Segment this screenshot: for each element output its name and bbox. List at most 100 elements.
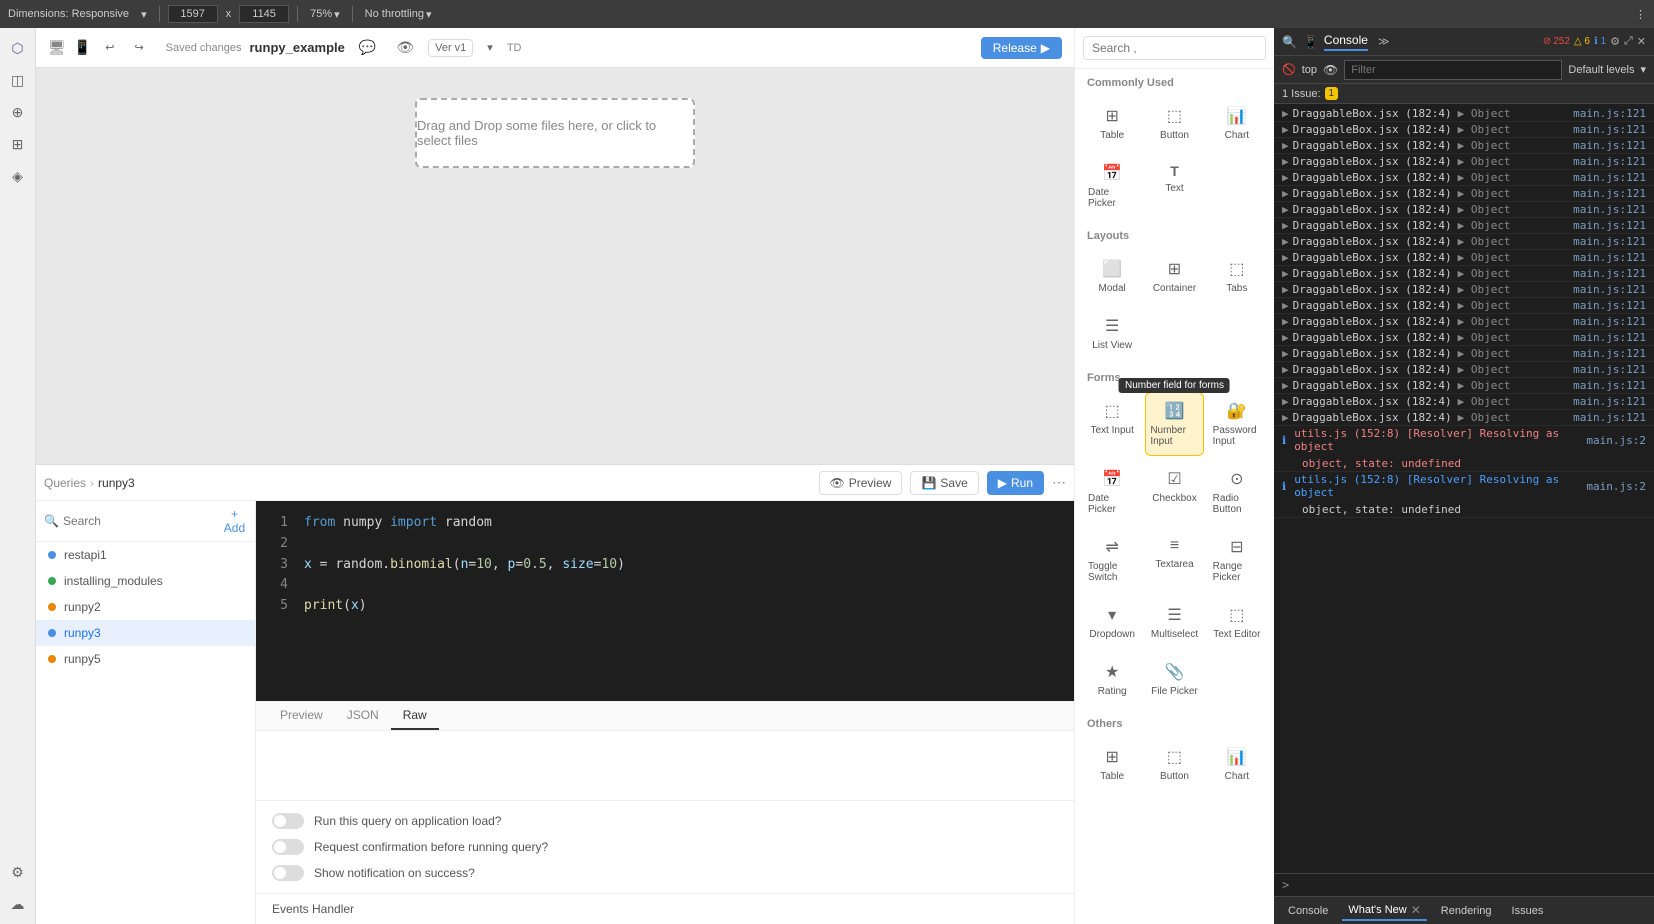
- row-arrow-obj-3[interactable]: ▶ Object: [1458, 155, 1511, 168]
- toggle-run-on-load-switch[interactable]: [272, 813, 304, 829]
- row-arrow-obj-0[interactable]: ▶ Object: [1458, 107, 1511, 120]
- sidebar-add-icon[interactable]: ⊕: [6, 100, 30, 124]
- row-arrow-obj-12[interactable]: ▶ Object: [1458, 299, 1511, 312]
- component-radio-button[interactable]: ⊙ Radio Button: [1208, 460, 1266, 524]
- console-panel-label[interactable]: Console: [1324, 33, 1368, 51]
- console-levels-arrow[interactable]: ▾: [1640, 63, 1646, 76]
- row-file-13[interactable]: main.js:121: [1573, 315, 1646, 328]
- row-arrow-obj-7[interactable]: ▶ Object: [1458, 219, 1511, 232]
- bottom-tab-issues[interactable]: Issues: [1506, 903, 1550, 919]
- zoom-button[interactable]: 75% ▾: [306, 6, 344, 23]
- row-file-10[interactable]: main.js:121: [1573, 267, 1646, 280]
- version-badge[interactable]: Ver v1: [428, 39, 473, 57]
- nav-item-runpy5[interactable]: runpy5: [36, 646, 255, 672]
- info-row-file-1[interactable]: main.js:2: [1586, 480, 1646, 493]
- component-search-input[interactable]: [1083, 36, 1266, 60]
- console-device-icon[interactable]: 📱: [1303, 35, 1318, 49]
- row-arrow-obj-18[interactable]: ▶ Object: [1458, 395, 1511, 408]
- more-button[interactable]: ⋯: [1052, 474, 1066, 491]
- save-button[interactable]: 💾 Save: [910, 471, 978, 495]
- bottom-tab-whats-new[interactable]: What's New ✕: [1342, 901, 1426, 921]
- row-file-14[interactable]: main.js:121: [1573, 331, 1646, 344]
- output-tab-raw[interactable]: Raw: [391, 702, 439, 730]
- eye-icon[interactable]: 👁: [390, 35, 420, 60]
- row-file-16[interactable]: main.js:121: [1573, 363, 1646, 376]
- sidebar-home-icon[interactable]: ⬡: [6, 36, 30, 60]
- row-arrow-obj-6[interactable]: ▶ Object: [1458, 203, 1511, 216]
- chat-icon[interactable]: 💬: [353, 35, 382, 60]
- component-modal[interactable]: ⬜ Modal: [1083, 250, 1141, 303]
- row-file-5[interactable]: main.js:121: [1573, 187, 1646, 200]
- row-file-11[interactable]: main.js:121: [1573, 283, 1646, 296]
- component-list-view[interactable]: ☰ List View: [1083, 307, 1141, 360]
- component-table[interactable]: ⊞ Table: [1083, 97, 1141, 150]
- row-file-1[interactable]: main.js:121: [1573, 123, 1646, 136]
- component-button[interactable]: ⬚ Button: [1145, 97, 1203, 150]
- row-file-3[interactable]: main.js:121: [1573, 155, 1646, 168]
- row-file-4[interactable]: main.js:121: [1573, 171, 1646, 184]
- search-input[interactable]: [63, 514, 218, 528]
- component-tabs[interactable]: ⬚ Tabs: [1208, 250, 1266, 303]
- toggle-notification-switch[interactable]: [272, 865, 304, 881]
- width-input[interactable]: [168, 5, 218, 23]
- component-text[interactable]: T Text: [1145, 154, 1203, 218]
- console-settings-icon[interactable]: ⚙: [1610, 35, 1620, 48]
- height-input[interactable]: [239, 5, 289, 23]
- console-close-icon[interactable]: ✕: [1637, 35, 1646, 48]
- row-file-9[interactable]: main.js:121: [1573, 251, 1646, 264]
- output-tab-json[interactable]: JSON: [335, 702, 391, 730]
- component-textarea[interactable]: ≡ Textarea: [1145, 528, 1203, 592]
- nav-item-runpy3[interactable]: runpy3: [36, 620, 255, 646]
- component-date-picker-forms[interactable]: 📅 Date Picker: [1083, 460, 1141, 524]
- toggle-confirm-switch[interactable]: [272, 839, 304, 855]
- sidebar-grid-icon[interactable]: ⊞: [6, 132, 30, 156]
- component-password-input[interactable]: 🔐 Password Input: [1208, 392, 1266, 456]
- row-file-17[interactable]: main.js:121: [1573, 379, 1646, 392]
- dimensions-dropdown[interactable]: ▾: [137, 6, 151, 23]
- console-more-icon[interactable]: ≫: [1378, 35, 1390, 48]
- row-file-19[interactable]: main.js:121: [1573, 411, 1646, 424]
- version-dropdown[interactable]: ▾: [481, 37, 499, 58]
- component-chart[interactable]: 📊 Chart: [1208, 97, 1266, 150]
- component-range-picker[interactable]: ⊟ Range Picker: [1208, 528, 1266, 592]
- row-arrow-obj-10[interactable]: ▶ Object: [1458, 267, 1511, 280]
- nav-item-installing-modules[interactable]: installing_modules: [36, 568, 255, 594]
- component-text-editor[interactable]: ⬚ Text Editor: [1208, 596, 1266, 649]
- row-file-2[interactable]: main.js:121: [1573, 139, 1646, 152]
- throttle-button[interactable]: No throttling ▾: [361, 6, 436, 23]
- release-button[interactable]: Release ▶: [981, 37, 1062, 59]
- component-container[interactable]: ⊞ Container: [1145, 250, 1203, 303]
- console-filter-input[interactable]: [1344, 60, 1562, 80]
- component-toggle-switch[interactable]: ⇌ Toggle Switch: [1083, 528, 1141, 592]
- row-file-6[interactable]: main.js:121: [1573, 203, 1646, 216]
- row-arrow-obj-17[interactable]: ▶ Object: [1458, 379, 1511, 392]
- component-file-picker[interactable]: 📎 File Picker: [1145, 653, 1203, 706]
- row-arrow-obj-16[interactable]: ▶ Object: [1458, 363, 1511, 376]
- row-file-15[interactable]: main.js:121: [1573, 347, 1646, 360]
- row-arrow-obj-15[interactable]: ▶ Object: [1458, 347, 1511, 360]
- events-handler[interactable]: Events Handler: [256, 893, 1074, 924]
- component-dropdown[interactable]: ▾ Dropdown: [1083, 596, 1141, 649]
- sidebar-data-icon[interactable]: ◈: [6, 164, 30, 188]
- console-inspect-icon[interactable]: 🔍: [1282, 35, 1297, 49]
- error-row-file-1[interactable]: main.js:2: [1586, 434, 1646, 447]
- row-arrow-obj-11[interactable]: ▶ Object: [1458, 283, 1511, 296]
- clear-console-icon[interactable]: 🚫: [1282, 63, 1296, 76]
- whats-new-close-icon[interactable]: ✕: [1411, 903, 1421, 917]
- row-file-8[interactable]: main.js:121: [1573, 235, 1646, 248]
- component-chart-others[interactable]: 📊 Chart: [1208, 738, 1266, 791]
- console-expand-icon[interactable]: ⤢: [1624, 35, 1633, 48]
- row-arrow-obj-14[interactable]: ▶ Object: [1458, 331, 1511, 344]
- component-number-input[interactable]: Number field for forms 🔢 Number Input: [1145, 392, 1203, 456]
- run-button[interactable]: ▶ Run: [987, 471, 1044, 495]
- row-file-7[interactable]: main.js:121: [1573, 219, 1646, 232]
- breadcrumb-queries[interactable]: Queries: [44, 476, 86, 490]
- code-editor[interactable]: 1 from numpy import random 2 3 x = rando…: [256, 501, 1074, 701]
- console-top-icon[interactable]: top: [1302, 64, 1317, 76]
- component-date-picker-common[interactable]: 📅 Date Picker: [1083, 154, 1141, 218]
- row-arrow-obj-9[interactable]: ▶ Object: [1458, 251, 1511, 264]
- row-file-18[interactable]: main.js:121: [1573, 395, 1646, 408]
- console-eye-icon[interactable]: 👁: [1323, 63, 1338, 77]
- bottom-tab-rendering[interactable]: Rendering: [1435, 903, 1498, 919]
- sidebar-settings-icon[interactable]: ⚙: [6, 860, 30, 884]
